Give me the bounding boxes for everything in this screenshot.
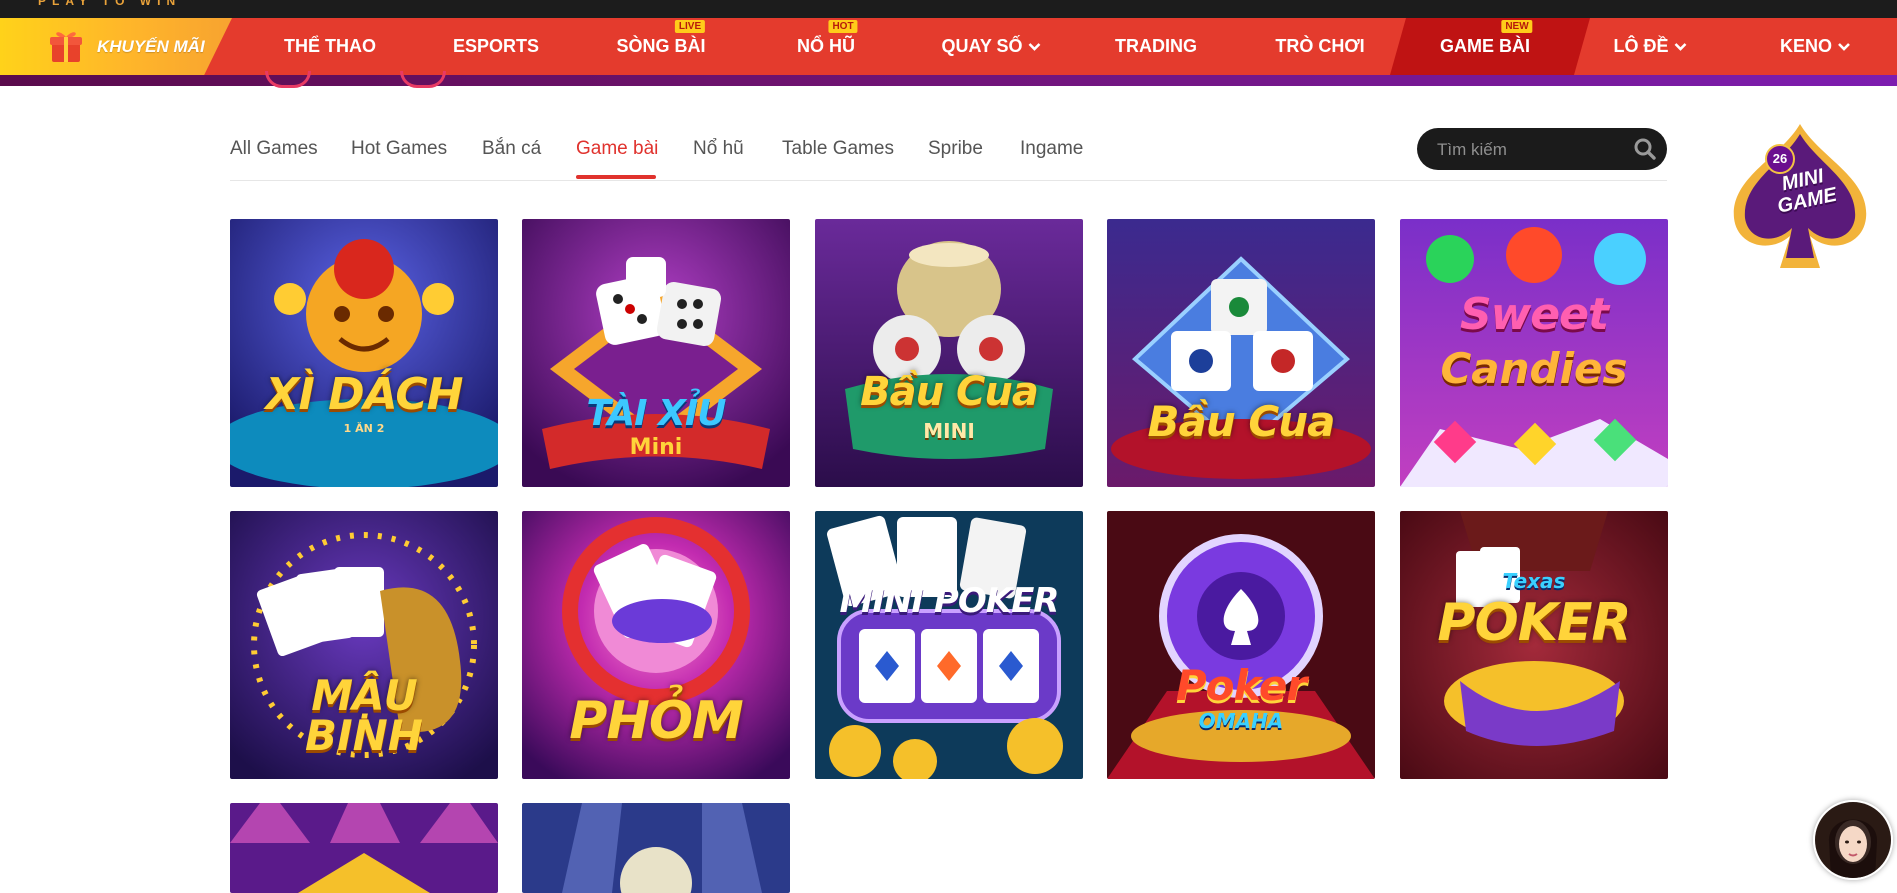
game-subtitle: Candies bbox=[1440, 344, 1628, 393]
game-title: Bầu Cua bbox=[1147, 397, 1336, 446]
mini-game-count: 26 bbox=[1765, 144, 1795, 174]
mini-game-launcher[interactable]: 26 MINI GAME bbox=[1720, 118, 1880, 278]
game-tile-poker-omaha[interactable]: Poker OMAHA bbox=[1107, 511, 1375, 779]
poker-omaha-artwork bbox=[1107, 511, 1375, 779]
promo-label: KHUYẾN MÃI bbox=[97, 37, 205, 56]
tab-ban-ca[interactable]: Bắn cá bbox=[482, 138, 541, 160]
site-tagline: PLAY TO WIN bbox=[38, 0, 182, 8]
gift-icon bbox=[50, 32, 82, 62]
nav-item-esports[interactable]: ESPORTS bbox=[453, 18, 539, 75]
game-tile-mau-binh[interactable]: MẬU BINH bbox=[230, 511, 498, 779]
game-title: PHỎM bbox=[569, 691, 744, 751]
game-tile-bau-cua-mini[interactable]: Bầu Cua MINI bbox=[815, 219, 1083, 487]
game-subtitle: OMAHA bbox=[1198, 709, 1284, 733]
game-tile-partial[interactable] bbox=[230, 803, 498, 893]
game-subtitle: 1 ĂN 2 bbox=[343, 422, 385, 435]
tab-ingame[interactable]: Ingame bbox=[1020, 138, 1083, 160]
chevron-down-icon bbox=[1838, 42, 1850, 51]
game-title: TÀI XỈU bbox=[586, 393, 727, 434]
tab-hot-games[interactable]: Hot Games bbox=[351, 138, 447, 160]
mini-poker-artwork bbox=[815, 511, 1083, 779]
new-badge: NEW bbox=[1501, 20, 1533, 33]
game-subtitle: Mini bbox=[629, 435, 683, 460]
nav-item-lo-de[interactable]: LÔ ĐỀ bbox=[1613, 18, 1687, 75]
game-tile-bau-cua[interactable]: Bầu Cua bbox=[1107, 219, 1375, 487]
partial-artwork bbox=[230, 803, 498, 893]
nav-decor-strip bbox=[0, 71, 1897, 88]
active-tab-indicator bbox=[576, 175, 656, 179]
bau-cua-artwork bbox=[1107, 219, 1375, 487]
partial-artwork bbox=[522, 803, 790, 893]
game-subtitle: MINI bbox=[923, 419, 975, 443]
search-box bbox=[1417, 128, 1667, 172]
nav-item-trading[interactable]: TRADING bbox=[1115, 18, 1197, 75]
game-tile-phom[interactable]: PHỎM bbox=[522, 511, 790, 779]
support-chat-avatar[interactable] bbox=[1813, 800, 1893, 880]
game-tile-sweet-candies[interactable]: Sweet Candies bbox=[1400, 219, 1668, 487]
game-tile-texas-poker[interactable]: Texas POKER bbox=[1400, 511, 1668, 779]
search-input[interactable] bbox=[1435, 128, 1629, 172]
chevron-down-icon bbox=[1028, 42, 1041, 51]
game-title: POKER bbox=[1437, 593, 1631, 653]
tab-no-hu[interactable]: Nổ hũ bbox=[693, 138, 744, 160]
tab-game-bai[interactable]: Game bài bbox=[576, 138, 658, 160]
nav-item-the-thao[interactable]: THỂ THAO bbox=[284, 18, 376, 75]
main-nav: KHUYẾN MÃI THỂ THAO ESPORTS SÒNG BÀI LIV… bbox=[0, 18, 1897, 75]
game-title: Sweet bbox=[1459, 289, 1609, 340]
game-tile-mini-poker[interactable]: MINI POKER bbox=[815, 511, 1083, 779]
avatar bbox=[1815, 802, 1891, 878]
decor-arc bbox=[400, 71, 446, 88]
game-tile-tai-xiu-mini[interactable]: TÀI XỈU Mini bbox=[522, 219, 790, 487]
game-tile-partial[interactable] bbox=[522, 803, 790, 893]
game-title: XÌ DÁCH bbox=[265, 369, 464, 420]
tab-spribe[interactable]: Spribe bbox=[928, 138, 983, 160]
hot-badge: HOT bbox=[828, 20, 858, 33]
game-subtitle: BINH bbox=[305, 711, 423, 760]
chevron-down-icon bbox=[1674, 42, 1687, 51]
promo-nav-item[interactable]: KHUYẾN MÃI bbox=[0, 18, 232, 75]
game-title: MINI POKER bbox=[839, 581, 1059, 621]
game-title: Poker bbox=[1175, 661, 1307, 710]
bau-cua-mini-artwork bbox=[815, 219, 1083, 487]
live-badge: LIVE bbox=[674, 20, 706, 33]
search-icon[interactable] bbox=[1633, 137, 1657, 161]
tab-all-games[interactable]: All Games bbox=[230, 138, 318, 160]
nav-item-tro-choi[interactable]: TRÒ CHƠI bbox=[1275, 18, 1364, 75]
top-strip: PLAY TO WIN bbox=[0, 0, 1897, 18]
game-title: Bầu Cua bbox=[860, 369, 1039, 415]
tab-table-games[interactable]: Table Games bbox=[782, 138, 894, 160]
xi-dach-artwork bbox=[230, 219, 498, 487]
nav-item-keno[interactable]: KENO bbox=[1780, 18, 1850, 75]
decor-arc bbox=[265, 71, 311, 88]
game-tile-xi-dach[interactable]: XÌ DÁCH 1 ĂN 2 bbox=[230, 219, 498, 487]
game-subtitle: Texas bbox=[1502, 569, 1566, 593]
nav-item-quay-so[interactable]: QUAY SỐ bbox=[941, 18, 1041, 75]
